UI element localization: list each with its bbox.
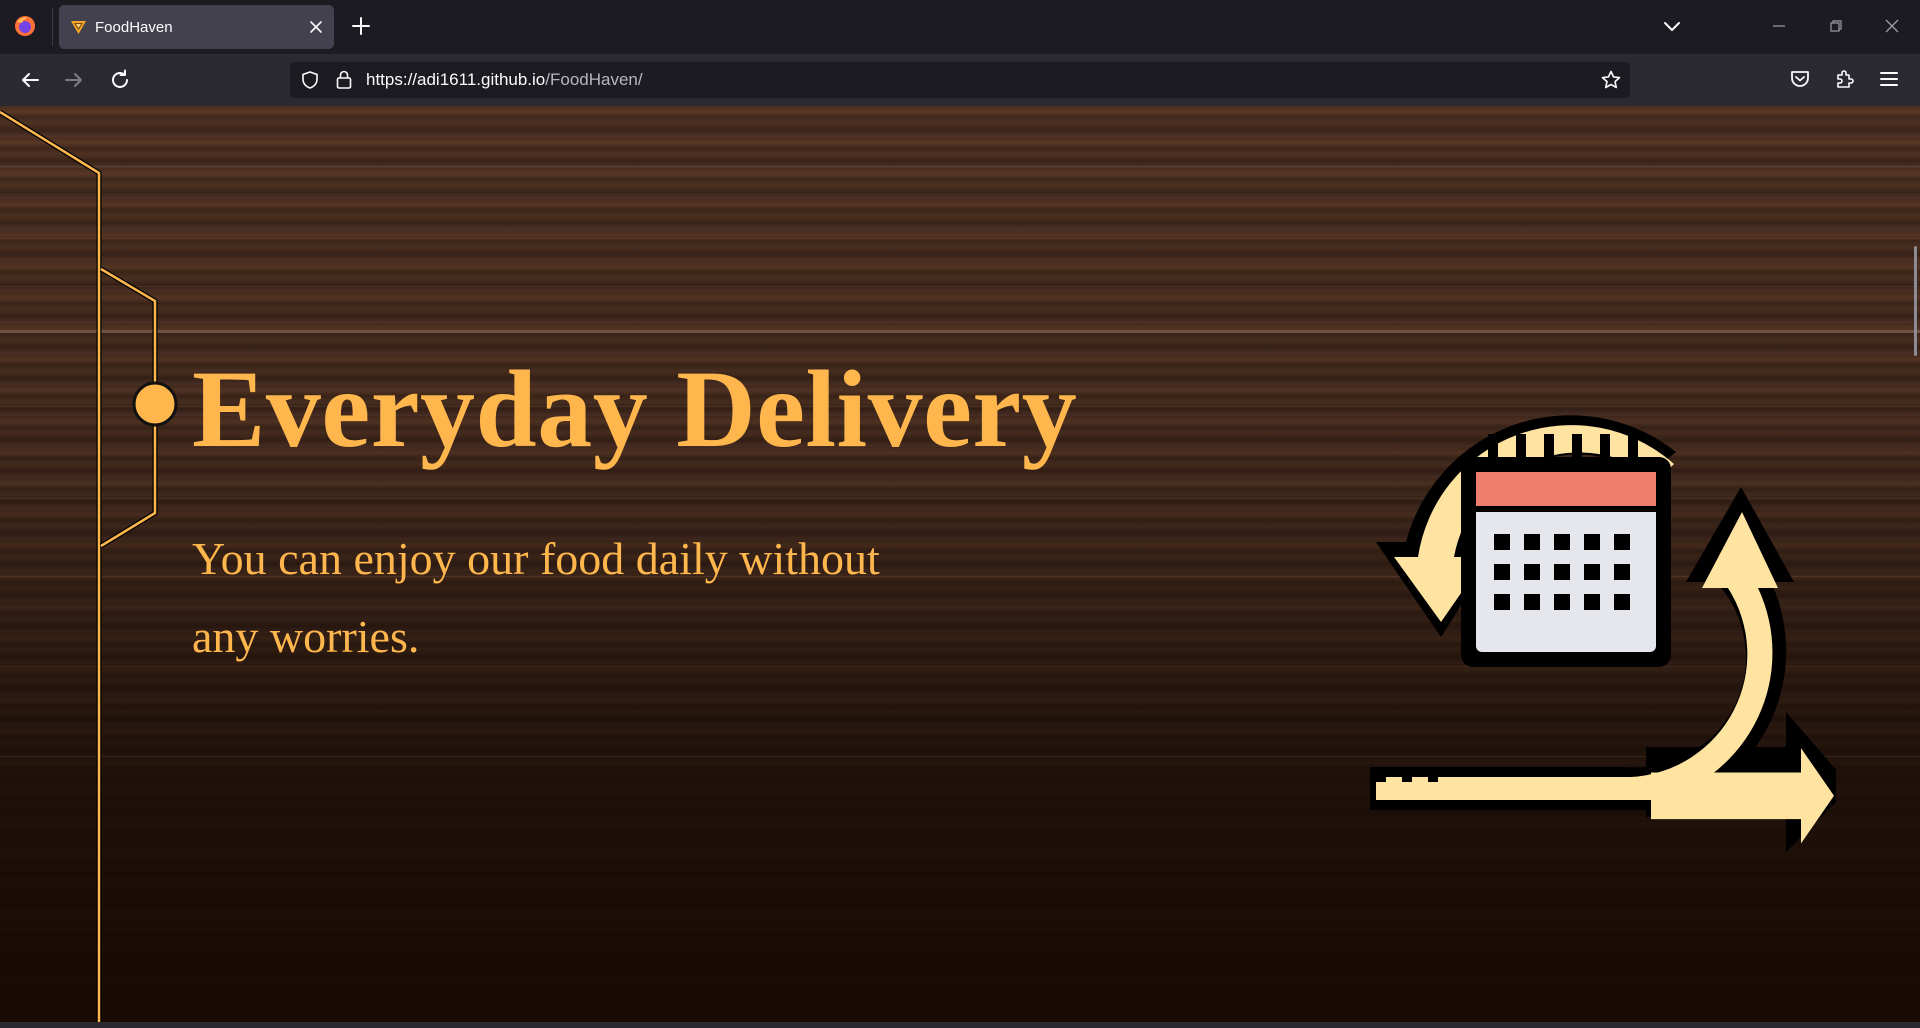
hero-title: Everyday Delivery xyxy=(192,348,1078,470)
plus-icon[interactable] xyxy=(350,15,372,37)
wood-plank-seam xyxy=(0,330,1920,333)
lock-icon[interactable] xyxy=(334,69,354,91)
tab-title: FoodHaven xyxy=(95,19,173,36)
wood-grain xyxy=(0,286,1920,287)
tab-foodhaven[interactable]: FoodHaven xyxy=(59,5,334,49)
window-close-icon[interactable] xyxy=(1882,16,1902,36)
wood-grain xyxy=(0,238,1920,239)
extensions-icon[interactable] xyxy=(1833,67,1857,91)
close-icon[interactable] xyxy=(306,17,326,37)
forward-icon[interactable] xyxy=(62,68,86,92)
wood-grain xyxy=(0,166,1920,167)
minimize-icon[interactable] xyxy=(1769,16,1789,36)
chevron-down-icon[interactable] xyxy=(1662,17,1682,37)
back-icon[interactable] xyxy=(18,68,42,92)
url-path: /FoodHaven/ xyxy=(545,70,643,89)
bottom-strip xyxy=(0,1022,1920,1028)
url-host: https://adi1611.github.io xyxy=(366,70,546,89)
shield-icon[interactable] xyxy=(300,70,320,90)
page-viewport: Everyday Delivery You can enjoy our food… xyxy=(0,106,1920,1022)
timeline-decoration xyxy=(0,109,178,1022)
food-haven-favicon xyxy=(71,21,86,34)
navigation-toolbar: https://adi1611.github.io/FoodHaven/ xyxy=(0,54,1920,106)
hero-subtitle: You can enjoy our food daily without any… xyxy=(192,533,880,662)
pocket-icon[interactable] xyxy=(1788,67,1812,91)
restore-icon[interactable] xyxy=(1826,16,1846,36)
timeline-dot xyxy=(132,381,178,427)
tab-separator xyxy=(52,8,53,46)
vertical-scrollbar-thumb[interactable] xyxy=(1914,246,1917,356)
tab-bar: FoodHaven xyxy=(0,0,1920,54)
daily-delivery-calendar-icon xyxy=(1370,415,1836,852)
firefox-icon[interactable] xyxy=(13,14,37,38)
star-icon[interactable] xyxy=(1600,69,1622,91)
address-bar[interactable]: https://adi1611.github.io/FoodHaven/ xyxy=(290,62,1630,98)
menu-icon[interactable] xyxy=(1877,67,1901,91)
url-text[interactable]: https://adi1611.github.io/FoodHaven/ xyxy=(366,70,643,90)
reload-icon[interactable] xyxy=(108,68,132,92)
